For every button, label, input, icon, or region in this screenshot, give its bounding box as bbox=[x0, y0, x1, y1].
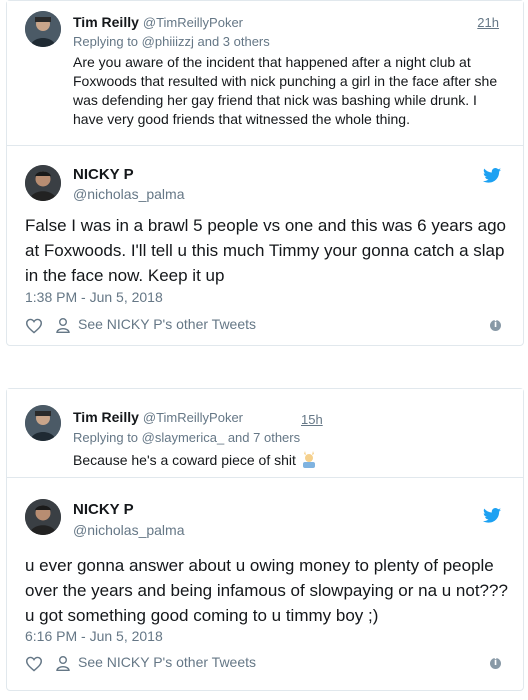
quoted-timestamp-link[interactable]: 15h bbox=[301, 412, 323, 427]
replying-suffix: and 3 others bbox=[193, 34, 270, 49]
quoted-tweet-text-content: Because he's a coward piece of shit bbox=[73, 452, 296, 468]
see-other-tweets-link[interactable]: See NICKY P's other Tweets bbox=[78, 316, 256, 332]
tweet-timestamp[interactable]: 1:38 PM - Jun 5, 2018 bbox=[25, 289, 163, 305]
quoted-author[interactable]: Tim Reilly @TimReillyPoker bbox=[73, 14, 243, 30]
tweet-timestamp[interactable]: 6:16 PM - Jun 5, 2018 bbox=[25, 628, 163, 644]
replying-suffix: and 7 others bbox=[224, 430, 301, 445]
quoted-author[interactable]: Tim Reilly @TimReillyPoker bbox=[73, 409, 243, 425]
quoted-timestamp-link[interactable]: 21h bbox=[477, 15, 499, 30]
twitter-bird-icon[interactable] bbox=[483, 168, 501, 183]
info-icon[interactable]: i bbox=[490, 658, 501, 669]
quoted-tweet[interactable]: Tim Reilly @TimReillyPoker 21h Replying t… bbox=[7, 1, 523, 146]
twitter-bird-icon[interactable] bbox=[483, 508, 501, 523]
quoted-tweet-text: Are you aware of the incident that happe… bbox=[73, 54, 498, 127]
quoted-author-name[interactable]: Tim Reilly bbox=[73, 409, 139, 425]
heart-icon[interactable] bbox=[25, 656, 43, 672]
tweet-text: u ever gonna answer about u owing money … bbox=[25, 556, 508, 625]
tweet-actions: See NICKY P's other Tweets i bbox=[25, 654, 505, 674]
embedded-tweet-card: Tim Reilly @TimReillyPoker 15h Replying t… bbox=[6, 388, 524, 691]
avatar[interactable] bbox=[25, 165, 61, 201]
tweet-text: False I was in a brawl 5 people vs one a… bbox=[25, 216, 506, 285]
replying-to: Replying to @phiiizzj and 3 others bbox=[73, 34, 270, 49]
embedded-tweet-card: Tim Reilly @TimReillyPoker 21h Replying t… bbox=[6, 0, 524, 346]
author-name[interactable]: NICKY P bbox=[73, 501, 134, 518]
replying-to-link[interactable]: @slaymerica_ bbox=[142, 430, 225, 445]
quoted-tweet-text: Because he's a coward piece of shit bbox=[73, 450, 501, 470]
quoted-author-handle[interactable]: @TimReillyPoker bbox=[143, 15, 243, 30]
info-icon[interactable]: i bbox=[490, 320, 501, 331]
avatar[interactable] bbox=[25, 405, 61, 441]
person-icon bbox=[56, 318, 70, 333]
avatar[interactable] bbox=[25, 499, 61, 535]
quoted-tweet[interactable]: Tim Reilly @TimReillyPoker 15h Replying t… bbox=[7, 389, 523, 478]
replying-to: Replying to @slaymerica_ and 7 others bbox=[73, 430, 300, 445]
author-name[interactable]: NICKY P bbox=[73, 166, 134, 183]
heart-icon[interactable] bbox=[25, 318, 43, 334]
person-icon bbox=[56, 656, 70, 671]
person-raising-hands-emoji-icon bbox=[302, 451, 315, 468]
quoted-author-handle[interactable]: @TimReillyPoker bbox=[143, 410, 243, 425]
see-other-tweets-link[interactable]: See NICKY P's other Tweets bbox=[78, 654, 256, 670]
replying-to-link[interactable]: @phiiizzj bbox=[142, 34, 194, 49]
replying-prefix: Replying to bbox=[73, 430, 142, 445]
avatar[interactable] bbox=[25, 11, 61, 47]
quoted-author-name[interactable]: Tim Reilly bbox=[73, 14, 139, 30]
author-handle[interactable]: @nicholas_palma bbox=[73, 522, 185, 538]
author-handle[interactable]: @nicholas_palma bbox=[73, 186, 185, 202]
replying-prefix: Replying to bbox=[73, 34, 142, 49]
tweet-actions: See NICKY P's other Tweets i bbox=[25, 316, 505, 336]
